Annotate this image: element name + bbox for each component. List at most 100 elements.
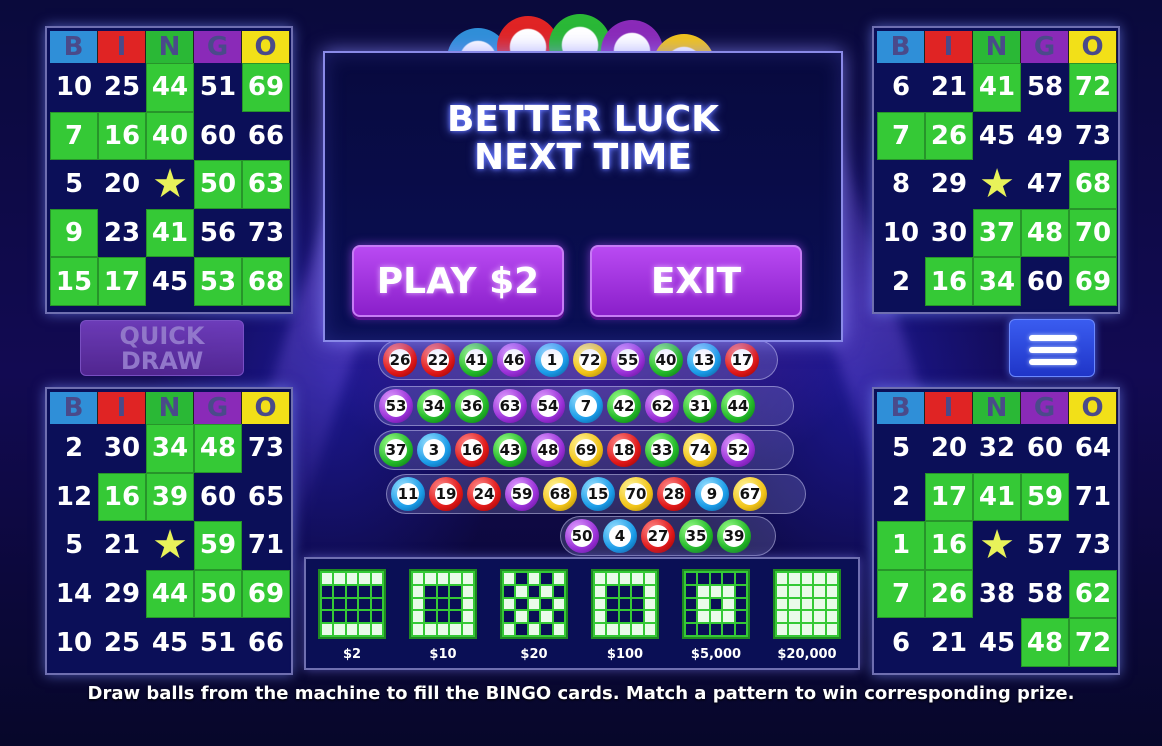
exit-button[interactable]: EXIT: [590, 245, 802, 317]
prize-pattern: $10: [409, 569, 481, 662]
prize-label: $5,000: [690, 647, 742, 662]
pattern-cell: [462, 585, 473, 597]
pattern-cell: [359, 611, 370, 623]
pattern-cell: [801, 598, 813, 610]
card-cell: 10: [55, 627, 93, 658]
card-header-letter: N: [146, 31, 194, 63]
pattern-cell: [595, 598, 606, 610]
card-cell: 2: [891, 266, 911, 297]
pattern-cell: [371, 598, 382, 610]
pattern-cell: [801, 624, 813, 635]
ball-number: 3: [423, 439, 445, 461]
pattern-cell: [619, 585, 631, 597]
card-cell: 73: [247, 218, 285, 249]
hamburger-icon: [1029, 335, 1077, 341]
ball-number: 34: [423, 395, 445, 417]
card-cell: 60: [1026, 266, 1064, 297]
free-space-star-icon: ★: [152, 161, 188, 208]
card-cell: 2: [64, 433, 84, 464]
pattern-cell: [710, 585, 722, 597]
card-cell: 44: [146, 569, 194, 619]
drawn-ball: 26: [383, 343, 417, 377]
card-grid: 5 20 32 60 64 2 17 41 59 71 1 16 ★ 57 73 7 26 38 58 62 6 21 45…: [877, 424, 1117, 667]
drawn-ball: 27: [641, 519, 675, 553]
card-cell: 48: [1021, 618, 1069, 667]
drawn-ball: 24: [467, 477, 501, 511]
menu-button[interactable]: [1009, 319, 1095, 377]
card-cell: 21: [930, 627, 968, 658]
pattern-cell: [516, 598, 527, 610]
card-cell: 45: [151, 266, 189, 297]
pattern-cell: [553, 598, 564, 610]
card-cell: 73: [1074, 530, 1112, 561]
pattern-cell: [826, 598, 837, 610]
card-header-letter: B: [877, 392, 925, 424]
pattern-cell: [777, 624, 788, 635]
pattern-cell: [516, 573, 527, 584]
pattern-cell: [644, 611, 655, 623]
card-header-letter: I: [98, 392, 146, 424]
pattern-cell: [553, 624, 564, 635]
ball-number: 54: [537, 395, 559, 417]
ball-number: 59: [511, 483, 533, 505]
card-cell: 16: [925, 521, 973, 570]
card-header-letter: O: [1069, 392, 1117, 424]
pattern-cell: [516, 611, 527, 623]
card-cell: 7: [877, 111, 925, 161]
pattern-cell: [632, 585, 643, 597]
pattern-cell: [346, 611, 358, 623]
pattern-cell: [437, 624, 449, 635]
card-cell: 41: [146, 208, 194, 258]
ball-number: 67: [739, 483, 761, 505]
card-cell: 5: [64, 530, 84, 561]
drawn-balls-tray: 26 22 41 46 1 72 55 40 13 17 53 34 36 63 54 7 42 62 31 44 37…: [360, 340, 806, 560]
prize-label: $20: [520, 647, 548, 662]
bingo-card-bottom-left: B I N G O 2 30 34 48 73 12 16 39 60 65 5 21 ★ 59 71 14 29 44 50…: [45, 387, 293, 675]
card-cell: 60: [1026, 433, 1064, 464]
card-cell: 1: [877, 521, 925, 570]
pattern-cell: [814, 598, 825, 610]
pattern-cell: [777, 585, 788, 597]
card-cell: 49: [1026, 120, 1064, 151]
card-cell: 64: [1074, 433, 1112, 464]
pattern-cell: [607, 611, 618, 623]
quick-draw-button[interactable]: QUICK DRAW: [80, 320, 244, 376]
drawn-ball: 19: [429, 477, 463, 511]
card-cell: 39: [146, 472, 194, 522]
ball-number: 55: [617, 349, 639, 371]
card-cell: 68: [242, 257, 290, 306]
card-cell: 72: [1069, 618, 1117, 667]
pattern-cell: [735, 585, 746, 597]
pattern-grid-icon: [500, 569, 568, 639]
pattern-cell: [789, 598, 800, 610]
card-cell: 60: [199, 481, 237, 512]
pattern-cell: [553, 611, 564, 623]
pattern-cell: [346, 573, 358, 584]
pattern-cell: [686, 624, 697, 635]
drawn-ball: 37: [379, 433, 413, 467]
pattern-cell: [322, 598, 333, 610]
pattern-cell: [698, 573, 709, 584]
drawn-ball: 9: [695, 477, 729, 511]
ball-number: 28: [663, 483, 685, 505]
pattern-cell: [425, 598, 436, 610]
pattern-cell: [437, 611, 449, 623]
card-header: BINGO: [877, 392, 1117, 424]
pattern-cell: [686, 573, 697, 584]
pattern-cell: [346, 585, 358, 597]
card-grid: 10 25 44 51 69 7 16 40 60 66 5 20 ★ 50 63 9 23 41 56 73 15 17…: [50, 63, 290, 306]
pattern-cell: [710, 611, 722, 623]
pattern-cell: [437, 598, 449, 610]
card-cell: 29: [103, 579, 141, 610]
card-cell: 41: [973, 472, 1021, 522]
pattern-cell: [553, 585, 564, 597]
play-button[interactable]: PLAY $2: [352, 245, 564, 317]
pattern-cell: [437, 585, 449, 597]
drawn-ball: 46: [497, 343, 531, 377]
pattern-cell: [723, 573, 734, 584]
card-cell: 66: [247, 120, 285, 151]
drawn-ball: 54: [531, 389, 565, 423]
pattern-cell: [541, 598, 552, 610]
card-cell: 66: [247, 627, 285, 658]
pattern-cell: [632, 624, 643, 635]
